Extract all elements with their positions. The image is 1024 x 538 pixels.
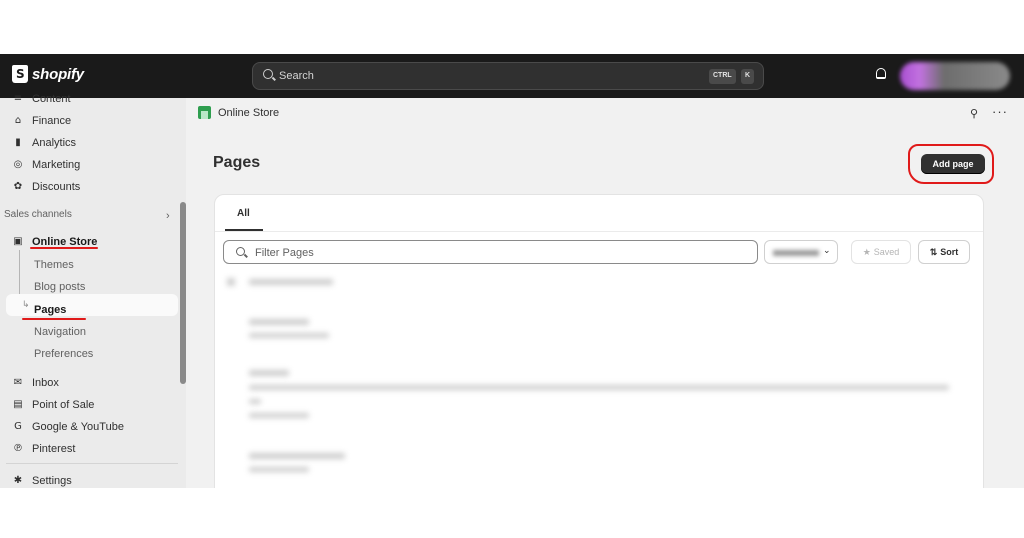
breadcrumb-label: Online Store xyxy=(218,106,280,119)
sidebar-item-discounts[interactable]: ✿ Discounts xyxy=(12,177,81,197)
sidebar-item-online-store[interactable]: ▣ Online Store xyxy=(12,232,97,252)
blurred-row-meta xyxy=(249,413,309,418)
filter-placeholder: Filter Pages xyxy=(255,247,314,259)
search-icon xyxy=(263,69,273,79)
brand-name: shopify xyxy=(32,65,84,83)
sidebar-item-label: Point of Sale xyxy=(32,399,95,411)
page-title: Pages xyxy=(213,154,261,171)
blurred-checkbox xyxy=(227,278,235,286)
sidebar-item-analytics[interactable]: ▮ Analytics xyxy=(12,133,76,153)
sidebar-item-inbox[interactable]: ✉ Inbox xyxy=(12,373,59,393)
bank-icon: ⌂ xyxy=(14,115,22,126)
store-icon: ▣ xyxy=(13,236,23,247)
sort-label: Sort xyxy=(940,247,959,257)
blurred-row-title xyxy=(249,370,289,376)
filter-pages-input[interactable]: Filter Pages xyxy=(223,240,758,264)
sidebar-item-google-youtube[interactable]: G Google & YouTube xyxy=(12,417,124,437)
google-icon: G xyxy=(14,421,22,432)
saved-button[interactable]: ★ Saved xyxy=(851,240,911,264)
sidebar-divider xyxy=(6,463,178,464)
annotation-underline xyxy=(30,247,98,249)
star-icon: ★ xyxy=(862,246,871,257)
blurred-row-title xyxy=(249,453,345,459)
blurred-label xyxy=(773,250,819,256)
pages-card: All Filter Pages ⌄ ★ Saved ⇅ Sort xyxy=(214,194,984,488)
settings-gear-icon: ✱ xyxy=(13,475,23,486)
notification-bell-icon[interactable] xyxy=(876,68,886,79)
chevron-right-icon[interactable]: › xyxy=(166,210,170,222)
online-store-icon xyxy=(198,106,211,119)
account-avatar[interactable] xyxy=(900,62,1010,90)
blurred-row-title xyxy=(249,319,309,325)
sidebar-item-label: Inbox xyxy=(32,377,59,389)
blurred-row-meta xyxy=(249,333,329,338)
card-divider xyxy=(215,231,983,232)
search-icon xyxy=(236,247,245,256)
visibility-filter-dropdown[interactable]: ⌄ xyxy=(764,240,838,264)
sales-channels-heading: Sales channels xyxy=(4,209,72,220)
saved-label: Saved xyxy=(873,247,900,257)
sidebar-sub-blog-posts[interactable]: Blog posts xyxy=(34,277,85,297)
sidebar-item-marketing[interactable]: ◎ Marketing xyxy=(12,155,81,175)
active-item-highlight xyxy=(6,294,178,316)
sidebar-sub-pages[interactable]: Pages xyxy=(34,300,66,320)
sidebar-item-pinterest[interactable]: ℗ Pinterest xyxy=(12,439,75,459)
sidebar-item-label: Marketing xyxy=(32,159,81,171)
sort-button[interactable]: ⇅ Sort xyxy=(918,240,970,264)
pin-icon[interactable]: ⚲ xyxy=(970,107,978,120)
pinterest-icon: ℗ xyxy=(13,443,23,454)
inbox-icon: ✉ xyxy=(13,377,23,388)
sidebar-item-label: Google & YouTube xyxy=(32,421,124,433)
sidebar-item-label: Finance xyxy=(32,115,72,127)
blurred-row-meta xyxy=(249,467,309,472)
search-placeholder: Search xyxy=(279,70,314,82)
sidebar-item-label: Analytics xyxy=(32,137,77,149)
pos-icon: ▤ xyxy=(13,399,23,410)
blurred-row-text xyxy=(249,399,261,404)
bar-chart-icon: ▮ xyxy=(15,137,21,148)
top-bar: shopify Search CTRL K xyxy=(0,54,1024,98)
sidebar-item-content[interactable]: ≡ Content xyxy=(12,89,71,109)
tab-all[interactable]: All xyxy=(237,208,250,219)
sidebar-item-label: Content xyxy=(32,93,71,105)
target-icon: ◎ xyxy=(13,159,23,170)
more-options-icon[interactable]: ··· xyxy=(992,104,1008,119)
annotation-underline xyxy=(22,318,86,320)
chevron-down-icon: ⌄ xyxy=(823,245,831,255)
shortcut-k-key: K xyxy=(741,69,755,84)
sidebar-item-finance[interactable]: ⌂ Finance xyxy=(12,111,71,131)
shopify-bag-icon xyxy=(12,65,28,83)
blurred-header xyxy=(249,279,333,285)
sidebar-item-label: Discounts xyxy=(32,181,81,193)
sidebar-item-point-of-sale[interactable]: ▤ Point of Sale xyxy=(12,395,94,415)
sidebar-item-label: Pinterest xyxy=(32,443,76,455)
blurred-row-text xyxy=(249,385,949,390)
content-icon: ≡ xyxy=(13,93,23,104)
main-content: Online Store ⚲ ··· Pages Add page All Fi… xyxy=(186,98,1024,488)
search-bar[interactable]: Search CTRL K xyxy=(252,62,764,90)
breadcrumb[interactable]: Online Store xyxy=(198,106,279,119)
tree-arrow-icon: ↳ xyxy=(22,299,30,309)
app-frame: shopify Search CTRL K ≡ Content ⌂ Financ… xyxy=(0,54,1024,488)
sidebar-item-settings[interactable]: ✱ Settings xyxy=(12,471,72,488)
shortcut-ctrl-key: CTRL xyxy=(709,69,736,84)
sidebar-item-label: Settings xyxy=(32,475,72,487)
gear-icon: ✿ xyxy=(13,181,23,192)
sidebar-sub-themes[interactable]: Themes xyxy=(34,255,74,275)
sidebar-sub-preferences[interactable]: Preferences xyxy=(34,344,93,364)
sidebar: ≡ Content ⌂ Finance ▮ Analytics ◎ Market… xyxy=(0,93,186,488)
shopify-logo[interactable]: shopify xyxy=(12,65,84,83)
sort-arrows-icon: ⇅ xyxy=(929,246,938,257)
sidebar-sub-navigation[interactable]: Navigation xyxy=(34,322,86,342)
annotation-circle xyxy=(908,144,994,184)
